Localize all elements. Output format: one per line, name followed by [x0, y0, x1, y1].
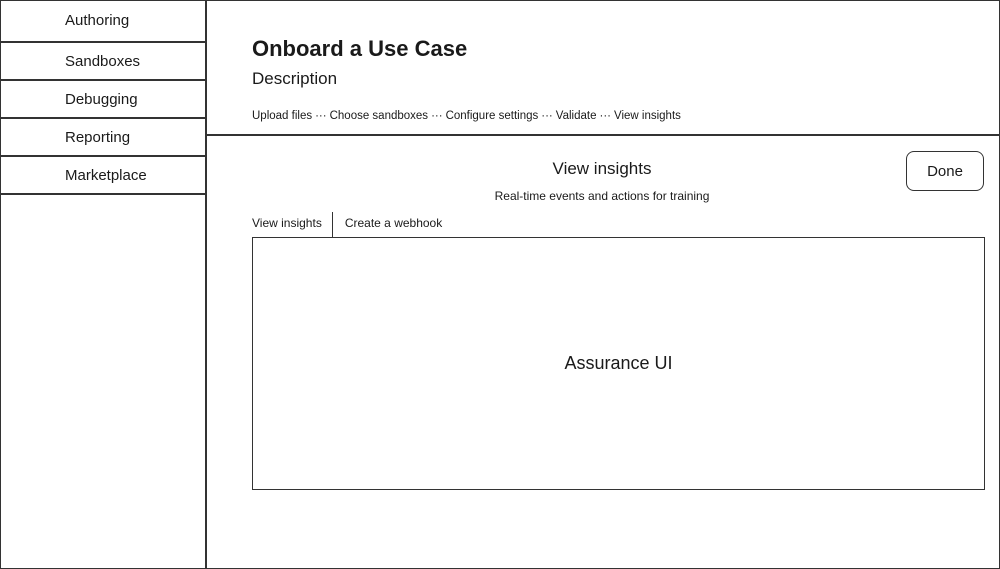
page-description: Description: [252, 69, 338, 88]
step-separator: ···: [315, 110, 327, 122]
page-header: Onboard a Use Case Description Upload fi…: [207, 0, 1000, 136]
page-title: Onboard a Use Case: [252, 36, 468, 61]
sidebar-item-reporting[interactable]: Reporting: [0, 119, 205, 157]
sidebar-item-label: Marketplace: [65, 166, 147, 184]
tab-view-insights[interactable]: View insights: [252, 212, 333, 238]
step-view-insights[interactable]: View insights: [614, 110, 681, 122]
section-title: View insights: [552, 159, 652, 178]
sidebar-item-label: Sandboxes: [65, 52, 141, 70]
step-upload-files[interactable]: Upload files: [252, 110, 312, 122]
sidebar-item-debugging[interactable]: Debugging: [0, 81, 205, 119]
done-button[interactable]: Done: [906, 151, 984, 191]
step-choose-sandboxes[interactable]: Choose sandboxes: [330, 110, 428, 122]
main-content: View insights Real-time events and actio…: [207, 136, 1000, 569]
step-configure-settings[interactable]: Configure settings: [446, 110, 539, 122]
section-subtitle: Real-time events and actions for trainin…: [494, 189, 710, 203]
step-separator: ···: [599, 110, 611, 122]
sidebar-item-label: Reporting: [65, 128, 131, 146]
sidebar-item-marketplace[interactable]: Marketplace: [0, 157, 205, 195]
sidebar: Authoring Sandboxes Debugging Reporting …: [0, 0, 207, 569]
tab-bar: View insights Create a webhook: [252, 212, 452, 238]
step-separator: ···: [541, 110, 553, 122]
sidebar-item-authoring[interactable]: Authoring: [0, 0, 205, 43]
tab-create-webhook[interactable]: Create a webhook: [333, 212, 452, 236]
step-separator: ···: [431, 110, 443, 122]
assurance-ui-panel: Assurance UI: [252, 237, 985, 490]
step-breadcrumb: Upload files ··· Choose sandboxes ··· Config…: [252, 110, 681, 122]
panel-label: Assurance UI: [564, 353, 673, 373]
sidebar-item-sandboxes[interactable]: Sandboxes: [0, 43, 205, 81]
sidebar-item-label: Debugging: [65, 90, 138, 108]
sidebar-item-label: Authoring: [65, 12, 130, 29]
step-validate[interactable]: Validate: [556, 110, 597, 122]
